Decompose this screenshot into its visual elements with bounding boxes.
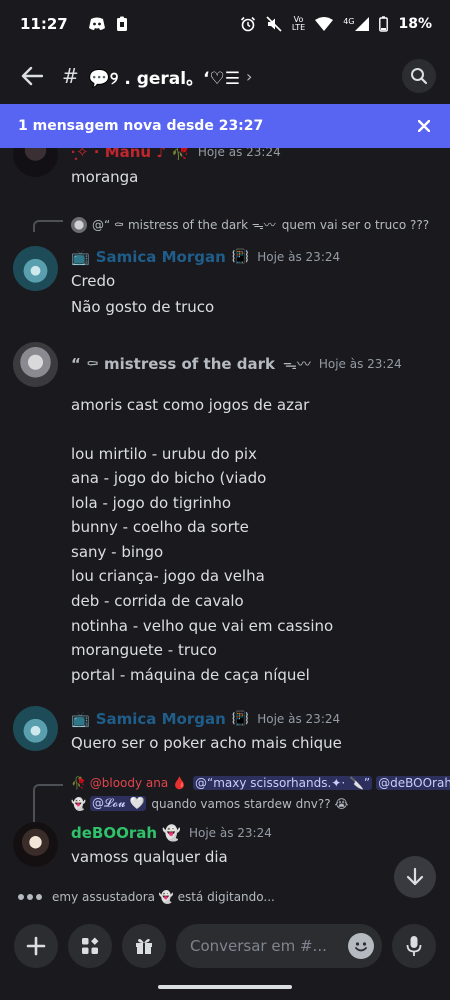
search-icon	[411, 68, 428, 85]
username[interactable]: “ ⚰ mistress of the dark	[71, 355, 275, 373]
apps-icon	[82, 937, 99, 954]
tv-icon: 📺	[71, 710, 90, 728]
plus-icon	[26, 936, 46, 956]
jump-to-bottom-button[interactable]	[394, 856, 436, 898]
voice-message-button[interactable]	[392, 924, 436, 968]
timestamp: Hoje às 23:24	[257, 712, 341, 726]
mention[interactable]: @“maxy scissorhands.✦· 🔪”	[193, 776, 373, 790]
message-item: 📺 Samica Morgan 📳 Hoje às 23:24 Quero se…	[0, 704, 450, 764]
channel-hash-icon: #	[62, 64, 79, 88]
message-text: notinha - velho que vai em cassino	[71, 617, 334, 635]
reply-text: quem vai ser o truco ???	[281, 217, 430, 232]
role-badge-icon: ᯓ〰	[283, 357, 311, 373]
battery-percent: 18%	[398, 16, 432, 32]
search-button[interactable]	[402, 59, 436, 93]
message-text: ana - jogo do bicho (viado	[71, 469, 267, 487]
battery-icon	[379, 16, 389, 32]
wifi-icon	[315, 17, 334, 31]
typing-dots-icon	[18, 894, 42, 900]
reply-text: quando vamos stardew dnv?? 😭	[151, 796, 349, 811]
timestamp: Hoje às 23:24	[257, 250, 341, 264]
message-item: @“ ⚰ mistress of the dark ᯓ〰 quem vai se…	[0, 214, 450, 334]
clipboard-notification-icon	[116, 16, 128, 32]
message-list[interactable]: ·̩͙✧ · Manu ♪ 🥀 Hoje às 23:24 moranga @“…	[0, 148, 450, 908]
message-text: moranguete - truco	[71, 641, 217, 659]
reply-spine	[33, 784, 63, 824]
reply-preview[interactable]: @“ ⚰ mistress of the dark ᯓ〰 quem vai se…	[71, 216, 429, 233]
volte-icon: Vo LTE	[291, 15, 306, 32]
reply-preview[interactable]: 🥀 @bloody ana 🩸 @“maxy scissorhands.✦· 🔪…	[71, 776, 450, 790]
message-text: bunny - coelho da sorte	[71, 518, 249, 536]
message-text: lola - jogo do tigrinho	[71, 494, 232, 512]
typing-text: emy assustadora 👻 está digitando...	[52, 890, 275, 904]
avatar[interactable]	[13, 246, 58, 291]
apps-button[interactable]	[68, 924, 112, 968]
avatar[interactable]	[13, 342, 58, 387]
message-text: lou mirtilo - urubu do pix	[71, 445, 257, 463]
gift-icon	[136, 939, 152, 954]
message-composer: Conversar em #...	[0, 918, 450, 974]
avatar[interactable]	[13, 706, 58, 751]
avatar[interactable]	[13, 148, 58, 177]
message-text: deb - corrida de cavalo	[71, 592, 244, 610]
channel-header: # 💬୨ . geral。‘♡☰ ›	[0, 48, 450, 104]
add-attachment-button[interactable]	[14, 924, 58, 968]
username[interactable]: deBOOrah 👻	[71, 824, 181, 842]
message-text: amoris cast como jogos de azar	[71, 396, 310, 414]
message-text: portal - máquina de caça níquel	[71, 666, 310, 684]
username[interactable]: Samica Morgan	[96, 710, 226, 728]
mention[interactable]: @deBOOrah	[376, 776, 450, 790]
alarm-icon	[240, 16, 256, 32]
timestamp: Hoje às 23:24	[318, 357, 402, 371]
mute-icon	[266, 16, 282, 32]
reply-preview-line2: 👻 @𝓛𝓸𝓾 🤍 quando vamos stardew dnv?? 😭	[71, 796, 348, 811]
mention[interactable]: @𝓛𝓸𝓾 🤍	[89, 796, 147, 811]
close-icon[interactable]	[414, 116, 434, 136]
typing-indicator: emy assustadora 👻 está digitando...	[18, 890, 275, 904]
avatar[interactable]	[13, 822, 58, 867]
message-text: vamoss qualquer dia	[71, 848, 228, 866]
message-item: “ ⚰ mistress of the dark ᯓ〰 Hoje às 23:2…	[0, 342, 450, 692]
microphone-icon	[406, 936, 422, 956]
gift-button[interactable]	[122, 924, 166, 968]
role-badge-icon: 📳	[231, 711, 250, 727]
reply-spine	[33, 220, 63, 232]
message-input-placeholder: Conversar em #...	[190, 937, 327, 955]
reply-username: 🥀 @bloody ana 🩸	[71, 776, 187, 790]
message-text: moranga	[71, 168, 139, 186]
status-bar: 11:27 Vo LTE 4G 18%	[0, 0, 450, 48]
status-time: 11:27	[20, 15, 68, 33]
chevron-right-icon[interactable]: ›	[246, 67, 252, 86]
reply-avatar	[71, 216, 87, 233]
home-indicator[interactable]	[158, 985, 292, 989]
message-input[interactable]: Conversar em #...	[176, 924, 382, 968]
message-text: lou criança- jogo da velha	[71, 567, 265, 585]
message-text: Não gosto de truco	[71, 298, 215, 316]
new-messages-text: 1 mensagem nova desde 23:27	[18, 118, 264, 134]
reply-username: @“ ⚰ mistress of the dark ᯓ〰	[92, 218, 276, 232]
back-arrow-icon[interactable]	[18, 62, 46, 90]
username[interactable]: Samica Morgan	[96, 248, 226, 266]
message-item: ·̩͙✧ · Manu ♪ 🥀 Hoje às 23:24 moranga	[0, 148, 450, 198]
timestamp: Hoje às 23:24	[197, 148, 281, 159]
emoji-icon[interactable]	[348, 933, 374, 959]
message-item: 🥀 @bloody ana 🩸 @“maxy scissorhands.✦· 🔪…	[0, 774, 450, 874]
arrow-down-icon	[406, 867, 424, 886]
role-badge-icon: 📳	[231, 249, 250, 265]
channel-title[interactable]: 💬୨ . geral。‘♡☰	[89, 64, 240, 89]
message-text: sany - bingo	[71, 543, 164, 561]
timestamp: Hoje às 23:24	[188, 826, 272, 840]
ghost-emoji: 👻	[71, 796, 86, 811]
tv-icon: 📺	[71, 248, 90, 266]
username[interactable]: ·̩͙✧ · Manu ♪ 🥀	[71, 148, 190, 161]
message-text: Quero ser o poker acho mais chique	[71, 734, 342, 752]
new-messages-banner[interactable]: 1 mensagem nova desde 23:27	[0, 104, 450, 148]
signal-icon: 4G	[343, 17, 370, 31]
discord-notification-icon	[88, 17, 106, 31]
message-text: Credo	[71, 272, 116, 290]
